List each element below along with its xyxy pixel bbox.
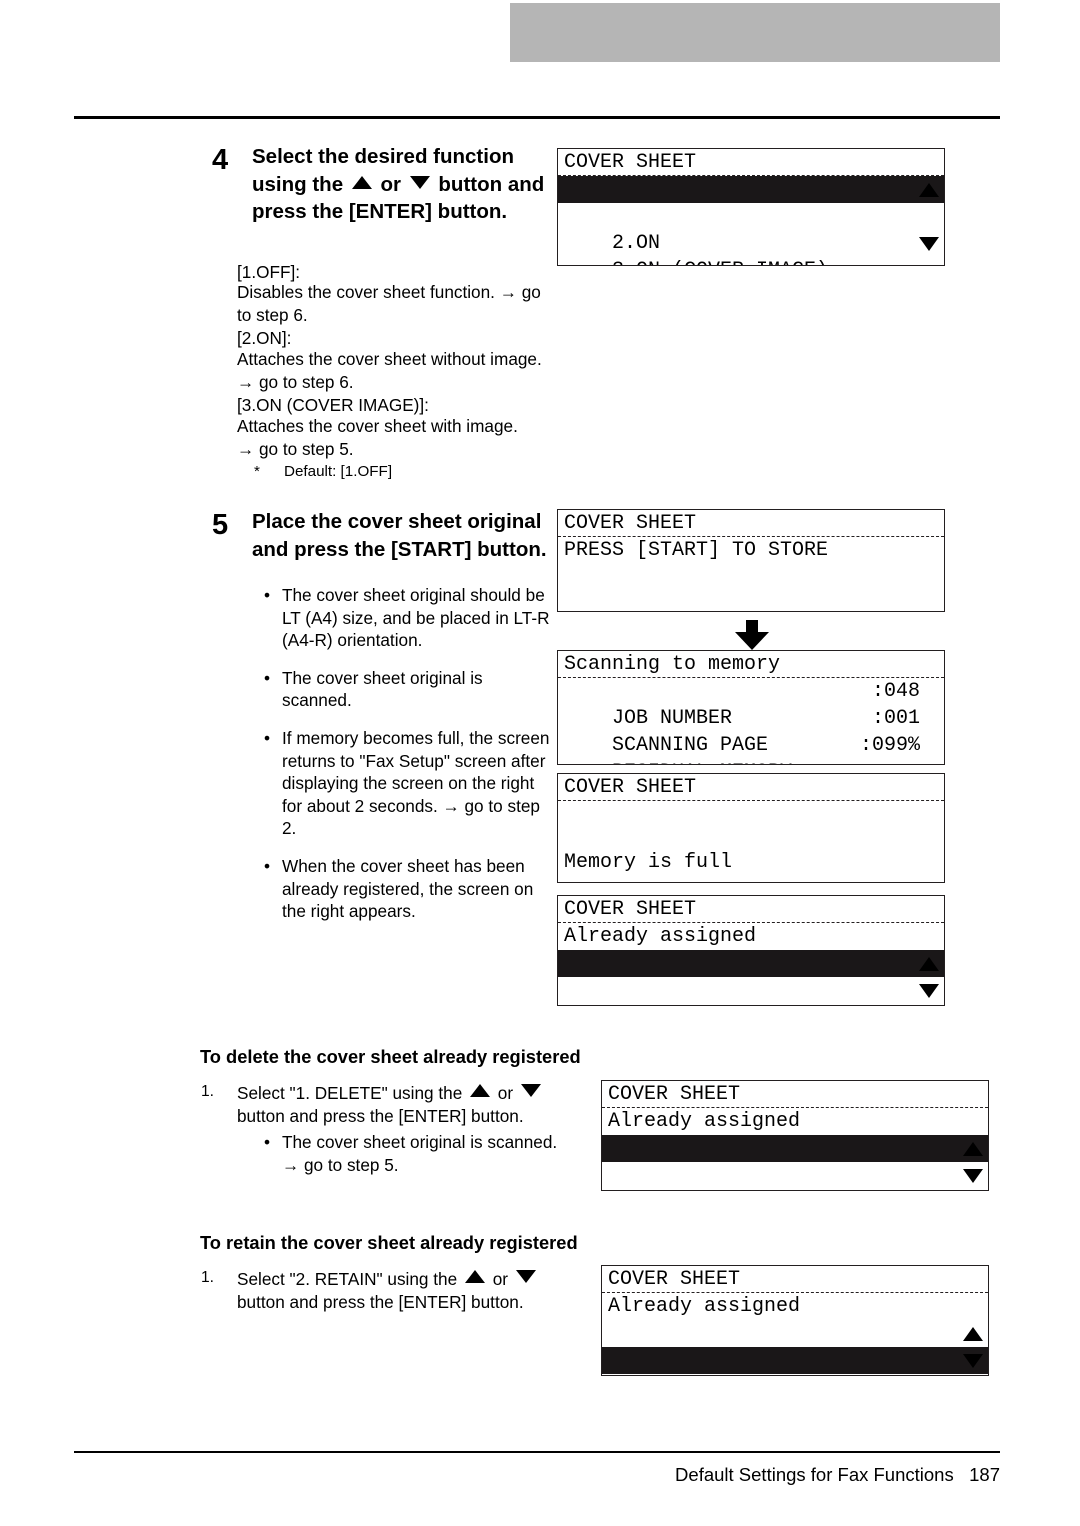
lcd-option-row-2-retain[interactable]: 2.RETAIN — [602, 1347, 988, 1374]
scroll-up-icon[interactable] — [919, 957, 939, 971]
lcd-option-row-2-retain[interactable]: 2.RETAIN — [602, 1162, 988, 1189]
lcd-option-row-2-retain[interactable]: 2.RETAIN — [558, 977, 944, 1004]
footer-page-number: 187 — [969, 1464, 1000, 1485]
arrow-up-icon — [470, 1084, 491, 1097]
scroll-up-icon[interactable] — [963, 1327, 983, 1341]
footer-chapter-label: Default Settings for Fax Functions — [675, 1464, 954, 1485]
step-4-default-note: Default: [1.OFF] — [284, 463, 393, 480]
header-divider-rule — [74, 116, 1000, 119]
lcd-already-assigned-delete[interactable]: COVER SHEET Already assigned 1.DELETE 2.… — [557, 895, 945, 1006]
lcd-title: COVER SHEET — [558, 774, 944, 801]
step-4-number: 4 — [212, 144, 229, 176]
lcd-field-value: :099% — [859, 734, 920, 757]
list-item: If memory becomes full, the screen retur… — [262, 727, 557, 840]
delete-instruction-part3: button and press the [ENTER] button. — [237, 1105, 524, 1126]
retain-section-heading: To retain the cover sheet already regist… — [200, 1232, 578, 1253]
lcd-cover-sheet-options[interactable]: COVER SHEET 1.OFF 2.ON 3.ON (COVER IMAGE… — [557, 148, 945, 266]
lcd-option-row-3-on-cover-image[interactable]: 3.ON (COVER IMAGE) — [558, 230, 944, 265]
lcd-residual-memory-row: RESIDUAL MEMORY :099% — [558, 732, 944, 764]
scroll-down-icon[interactable] — [963, 1169, 983, 1183]
lcd-scanning-to-memory[interactable]: Scanning to memory JOB NUMBER :048 SCANN… — [557, 650, 945, 765]
step-5-number: 5 — [212, 509, 229, 541]
scroll-down-icon[interactable] — [919, 984, 939, 998]
lcd-subtitle: Already assigned — [608, 1110, 801, 1133]
lcd-option-row-1-off[interactable]: 1.OFF — [558, 176, 944, 228]
arrow-down-icon — [409, 175, 430, 189]
lcd-message: PRESS [START] TO STORE — [564, 539, 829, 562]
lcd-subtitle: Already assigned — [608, 1295, 801, 1318]
lcd-title: Scanning to memory — [558, 651, 944, 678]
delete-section-heading: To delete the cover sheet already regist… — [200, 1046, 581, 1067]
delete-instruction-part1: Select "1. DELETE" using the — [237, 1083, 468, 1103]
step-5-bullet-list: The cover sheet original should be LT (A… — [262, 584, 557, 938]
arrow-down-icon — [515, 1270, 536, 1283]
list-item: The cover sheet original is scanned. → g… — [262, 1131, 572, 1176]
step-4-option-3-desc: Attaches the cover sheet with image. → g… — [237, 416, 518, 459]
lcd-title: COVER SHEET — [602, 1266, 988, 1293]
lcd-option-row-1-delete[interactable]: 1.DELETE — [602, 1320, 988, 1372]
step-4-option-2-desc: Attaches the cover sheet without image. … — [237, 349, 542, 392]
arrow-up-icon — [351, 175, 372, 189]
step-4-option-3-label: [3.ON (COVER IMAGE)]: — [237, 395, 429, 415]
lcd-blank-row — [558, 801, 944, 849]
lcd-title: COVER SHEET — [558, 510, 944, 537]
delete-section-instruction: Select "1. DELETE" using the or button a… — [237, 1082, 567, 1127]
delete-instruction-part2: or — [493, 1083, 518, 1103]
lcd-option-row-1-delete[interactable]: 1.DELETE — [558, 950, 944, 1002]
flow-down-arrow-icon — [735, 620, 769, 650]
step-5-heading: Place the cover sheet original and press… — [252, 510, 547, 561]
lcd-title: COVER SHEET — [558, 896, 944, 923]
lcd-option-label: 3.ON (COVER IMAGE) — [612, 259, 828, 265]
retain-instruction-part1: Select "2. RETAIN" using the — [237, 1269, 462, 1289]
list-item: The cover sheet original should be LT (A… — [262, 584, 557, 652]
lcd-already-assigned-retain[interactable]: COVER SHEET Already assigned 1.DELETE 2.… — [601, 1265, 989, 1376]
retain-section-item-number: 1. — [201, 1269, 215, 1286]
step-4-option-1-desc: Disables the cover sheet function. → go … — [237, 282, 541, 325]
arrow-up-icon — [464, 1270, 485, 1283]
step-4-option-2-label: [2.ON]: — [237, 328, 292, 348]
retain-instruction-part2: or — [487, 1269, 513, 1289]
lcd-field-value: :001 — [871, 707, 920, 730]
lcd-press-start-to-store[interactable]: COVER SHEET PRESS [START] TO STORE — [557, 509, 945, 612]
lcd-title: COVER SHEET — [602, 1081, 988, 1108]
step-4-default-marker: * — [254, 463, 260, 480]
lcd-already-assigned-delete-2[interactable]: COVER SHEET Already assigned 1.DELETE 2.… — [601, 1080, 989, 1191]
delete-section-item-number: 1. — [201, 1083, 215, 1100]
scroll-down-icon[interactable] — [919, 237, 939, 251]
scroll-up-icon[interactable] — [963, 1142, 983, 1156]
page-footer: Default Settings for Fax Functions 187 — [74, 1464, 1000, 1486]
lcd-option-row-2-on[interactable]: 2.ON — [558, 203, 944, 255]
arrow-down-icon — [520, 1084, 541, 1097]
lcd-job-number-row: JOB NUMBER :048 — [558, 678, 944, 730]
step-4-heading-part2: or — [374, 172, 407, 196]
scroll-up-icon[interactable] — [919, 183, 939, 197]
list-item: The cover sheet original is scanned. — [262, 667, 557, 712]
list-item: When the cover sheet has been already re… — [262, 855, 557, 923]
lcd-option-row-1-delete[interactable]: 1.DELETE — [602, 1135, 988, 1187]
step-4-heading: Select the desired function using the or… — [252, 143, 552, 226]
retain-instruction-part3: button and press the [ENTER] button. — [237, 1291, 524, 1312]
lcd-title: COVER SHEET — [558, 149, 944, 176]
lcd-memory-is-full[interactable]: COVER SHEET Memory is full — [557, 773, 945, 883]
lcd-message: Memory is full — [564, 851, 733, 874]
scroll-down-icon[interactable] — [963, 1354, 983, 1368]
lcd-field-label: RESIDUAL MEMORY — [612, 761, 792, 764]
retain-section-instruction: Select "2. RETAIN" using the or button a… — [237, 1268, 567, 1313]
lcd-field-value: :048 — [871, 680, 920, 703]
lcd-subtitle: Already assigned — [564, 925, 757, 948]
header-gray-band — [510, 3, 1000, 62]
footer-divider-rule — [74, 1451, 1000, 1453]
lcd-scanning-page-row: SCANNING PAGE :001 — [558, 705, 944, 757]
delete-section-bullet-list: The cover sheet original is scanned. → g… — [262, 1131, 572, 1176]
